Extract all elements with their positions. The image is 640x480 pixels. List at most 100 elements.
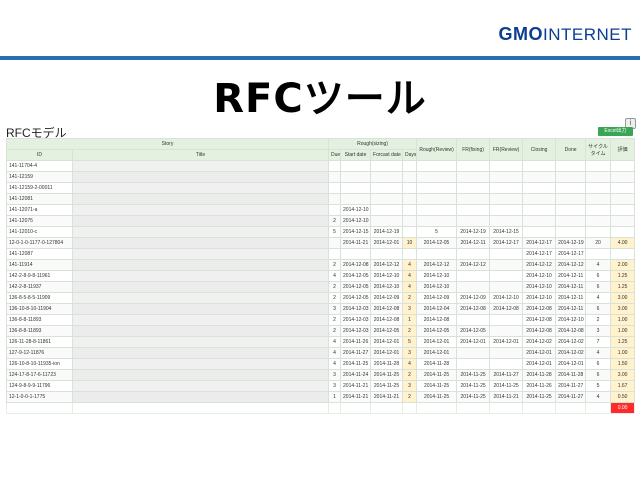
table-row[interactable]: 141-12010-c 5 2014-12-15 2014-12-19 5 2014-12… <box>6 226 636 238</box>
cell-closing: 2014-11-28 <box>522 369 557 381</box>
cell-id[interactable]: 126-11-28-8-11861 <box>6 336 73 348</box>
col-header-closing[interactable]: Closing <box>522 138 557 161</box>
table-row[interactable]: 12-1-0-0-1-1775 1 2014-11-21 2014-11-21 2 201… <box>6 391 636 403</box>
table-row[interactable]: 124-17-8-17-6-11723 3 2014-11-24 2014-11-25… <box>6 369 636 381</box>
cell-fr-review <box>489 248 524 260</box>
cell-closing <box>522 160 557 172</box>
cell-id[interactable]: 136-8-8-11893 <box>6 314 73 326</box>
table-row[interactable]: 136-8-8-11893 2 2014-12-03 2014-12-05 2 2014-… <box>6 325 636 337</box>
table-row[interactable]: 126-10-8-10-11935-ion 4 2014-11-25 2014-11-… <box>6 358 636 370</box>
excel-export-button[interactable]: Excel出力 <box>598 127 633 136</box>
cell-fr-review <box>489 171 524 183</box>
col-header-cycle-time[interactable]: サイクルタイム <box>585 138 612 161</box>
cell-id[interactable]: 141-12071-a <box>6 204 73 216</box>
table-row[interactable]: 126-11-28-8-11861 4 2014-11-26 2014-12-01 5 2… <box>6 336 636 348</box>
cell-fr-fixing <box>456 171 491 183</box>
cell-forcast-date: 2014-11-21 <box>370 391 404 403</box>
table-row[interactable]: 136-10-8-10-11904 3 2014-12-03 2014-12-08 3 2… <box>6 303 636 315</box>
cell-due <box>328 193 342 205</box>
cell-id[interactable]: 136-8-8-11893 <box>6 325 73 337</box>
cell-rating <box>610 248 636 260</box>
cell-id[interactable]: 142-2-8-11937 <box>6 281 73 293</box>
cell-id[interactable]: 141-11704-4 <box>6 160 73 172</box>
cell-id[interactable]: 141-12087 <box>6 248 73 260</box>
cell-id[interactable]: 141-12159-2-00011 <box>6 182 73 194</box>
cell-title <box>71 281 330 293</box>
table-row[interactable]: 141-12159-2-00011 <box>6 182 636 194</box>
cell-forcast-date <box>370 215 404 227</box>
table-row[interactable]: 142-2-8-11937 2 2014-12-05 2014-12-10 4 2014-… <box>6 281 636 293</box>
cell-forcast-date: 2014-12-01 <box>370 237 404 249</box>
table-row[interactable]: 136-8-8-11893 2 2014-12-03 2014-12-08 1 2014-… <box>6 314 636 326</box>
cell-due: 3 <box>328 303 342 315</box>
cell-cycle-time <box>585 248 612 260</box>
table-row[interactable]: 124-9-8-9-9-11796 3 2014-11-21 2014-11-25 3 2… <box>6 380 636 392</box>
table-row[interactable]: 141-12075 2 2014-12-10 <box>6 215 636 227</box>
cell-start-date: 2014-12-10 <box>340 215 372 227</box>
table-row[interactable]: 141-12071-a 2014-12-10 <box>6 204 636 216</box>
cell-start-date <box>340 248 372 260</box>
table-row[interactable]: 141-11914 2 2014-12-08 2014-12-12 4 2014-12-1… <box>6 259 636 271</box>
table-row[interactable]: 141-12159 <box>6 171 636 183</box>
cell-id[interactable]: 127-9-12-11876 <box>6 347 73 359</box>
cell-due <box>328 171 342 183</box>
cell-days: 3 <box>402 380 418 392</box>
cell-id[interactable]: 142-2-8-9-8-11961 <box>6 270 73 282</box>
cell-id[interactable]: 126-10-8-10-11935-ion <box>6 358 73 370</box>
cell-id[interactable]: 12-1-0-0-1-1775 <box>6 391 73 403</box>
cell-due: 4 <box>328 336 342 348</box>
cell-title <box>71 303 330 315</box>
cell-rough-review <box>416 193 458 205</box>
table-footer-row: 0.00 <box>6 402 636 414</box>
table-row[interactable]: 142-2-8-9-8-11961 4 2014-12-05 2014-12-10 4 2… <box>6 270 636 282</box>
table-row[interactable]: 141-12081 <box>6 193 636 205</box>
col-header-title[interactable]: Title <box>71 149 330 161</box>
col-header-id[interactable]: ID <box>6 149 73 161</box>
cell-fr-review <box>489 160 524 172</box>
cell-title <box>71 171 330 183</box>
table-body: 141-11704-4 141-12159 141-12159-2-00011 141… <box>6 160 636 414</box>
cell-title <box>71 336 330 348</box>
cell-days <box>402 248 418 260</box>
col-header-rough-review[interactable]: Rough(Review) <box>416 138 458 161</box>
col-header-fr-review[interactable]: FR(Review) <box>489 138 524 161</box>
cell-id[interactable]: 141-12010-c <box>6 226 73 238</box>
cell-id[interactable]: 141-12159 <box>6 171 73 183</box>
cell-start-date <box>340 193 372 205</box>
cell-title <box>71 204 330 216</box>
cell-fr-fixing <box>456 248 491 260</box>
cell-title <box>71 358 330 370</box>
cell-fr-review <box>489 358 524 370</box>
col-header-done[interactable]: Done <box>555 138 587 161</box>
cell-due: 3 <box>328 369 342 381</box>
cell-id[interactable]: 12-0-1-0-1177-0-127804 <box>6 237 73 249</box>
cell-id[interactable]: 141-12081 <box>6 193 73 205</box>
cell-id[interactable]: 141-11914 <box>6 259 73 271</box>
table-row[interactable]: 141-11704-4 <box>6 160 636 172</box>
cell-rough-review: 2014-12-08 <box>416 314 458 326</box>
table-row[interactable]: 127-9-12-11876 4 2014-11-27 2014-12-01 3 2014… <box>6 347 636 359</box>
col-header-days[interactable]: Days <box>402 149 418 161</box>
cell-days: 4 <box>402 270 418 282</box>
rfc-table: Story Rough(sizing) Rough(Review) FR(fix… <box>5 138 636 414</box>
cell-id[interactable]: 124-17-8-17-6-11723 <box>6 369 73 381</box>
cell-id[interactable]: 136-10-8-10-11904 <box>6 303 73 315</box>
cell-done <box>555 160 587 172</box>
cell-rough-review: 2014-12-01 <box>416 336 458 348</box>
table-row[interactable]: 136-8-5-8-5-11909 2 2014-12-05 2014-12-09 2 2… <box>6 292 636 304</box>
cell-id[interactable]: 136-8-5-8-5-11909 <box>6 292 73 304</box>
col-header-rating[interactable]: 評価 <box>610 138 636 161</box>
cell-due: 2 <box>328 325 342 337</box>
cell-id[interactable]: 124-9-8-9-9-11796 <box>6 380 73 392</box>
cell-id[interactable]: 141-12075 <box>6 215 73 227</box>
col-header-start-date[interactable]: Start date <box>340 149 372 161</box>
gmo-internet-logo: GMOINTERNET <box>499 24 633 45</box>
col-header-due[interactable]: Due <box>328 149 342 161</box>
table-row[interactable]: 12-0-1-0-1177-0-127804 2014-11-21 2014-12-… <box>6 237 636 249</box>
col-header-forcast-date[interactable]: Forcast date <box>370 149 404 161</box>
col-header-fr-fixing[interactable]: FR(fixing) <box>456 138 491 161</box>
cell-done: 2014-12-02 <box>555 347 587 359</box>
cell-cycle-time <box>585 182 612 194</box>
table-row[interactable]: 141-12087 2014-12-17 2014-12-17 <box>6 248 636 260</box>
cell-fr-review: 2014-11-25 <box>489 380 524 392</box>
